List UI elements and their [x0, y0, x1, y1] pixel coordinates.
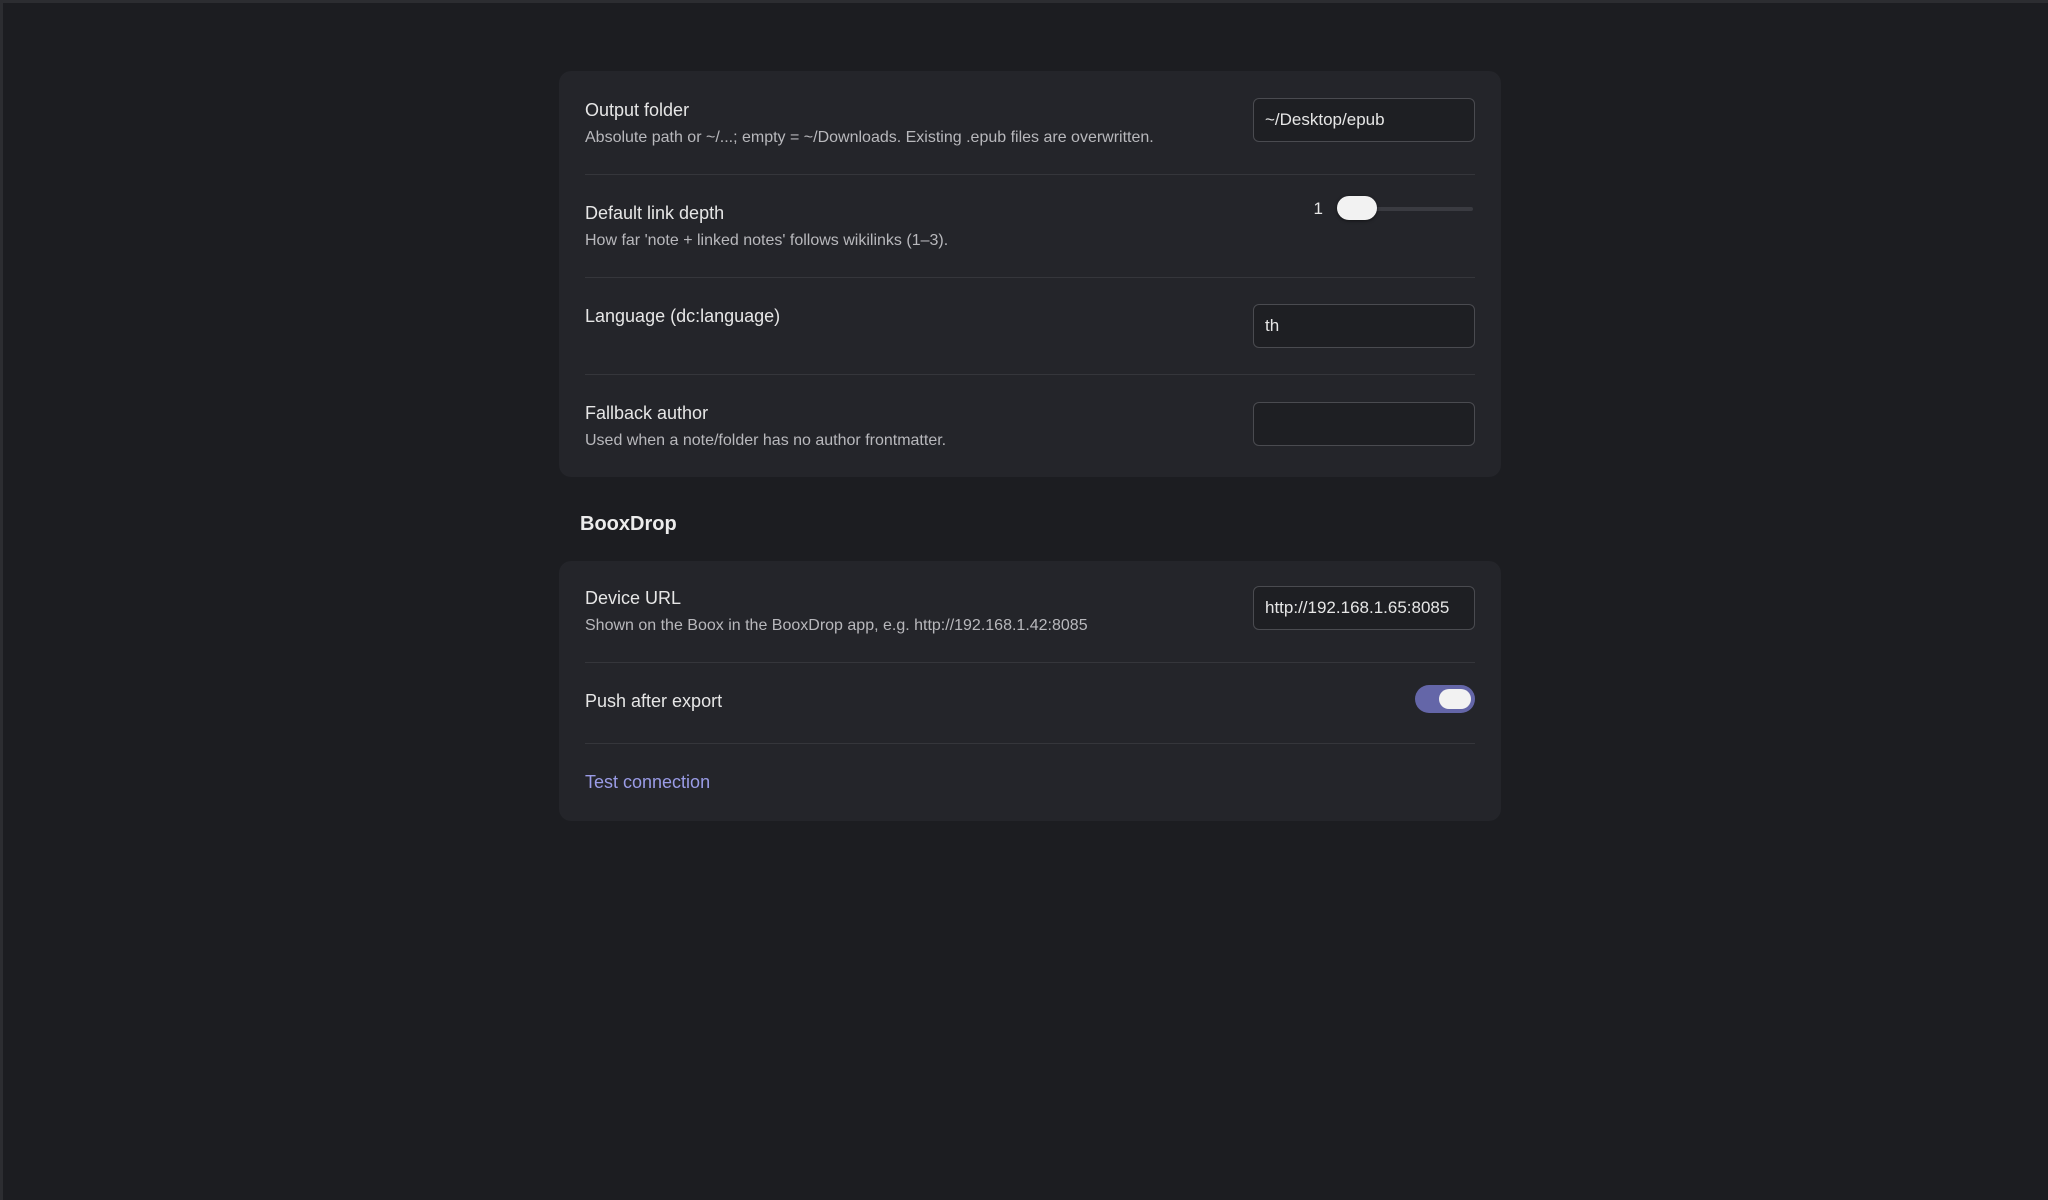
general-settings-card: Output folder Absolute path or ~/...; em… [559, 71, 1501, 477]
language-input[interactable] [1253, 304, 1475, 348]
setting-description: Used when a note/folder has no author fr… [585, 432, 947, 449]
setting-test-connection: Test connection [585, 744, 1475, 821]
setting-fallback-author: Fallback author Used when a note/folder … [585, 375, 1475, 477]
setting-title: Default link depth [585, 203, 725, 223]
output-folder-input[interactable] [1253, 98, 1475, 142]
setting-output-folder: Output folder Absolute path or ~/...; em… [585, 71, 1475, 175]
booxdrop-settings-card: Device URL Shown on the Boox in the Boox… [559, 561, 1501, 821]
fallback-author-input[interactable] [1253, 402, 1475, 446]
toggle-knob [1439, 689, 1471, 709]
setting-info: Language (dc:language) [585, 305, 780, 327]
slider-thumb[interactable] [1337, 196, 1377, 220]
setting-title: Fallback author [585, 403, 709, 423]
setting-info: Fallback author Used when a note/folder … [585, 402, 946, 451]
setting-description: How far 'note + linked notes' follows wi… [585, 232, 949, 249]
push-after-export-toggle[interactable] [1415, 685, 1475, 713]
link-depth-slider-group: 1 [1313, 196, 1473, 220]
setting-language: Language (dc:language) [585, 278, 1475, 375]
test-connection-link[interactable]: Test connection [585, 772, 710, 793]
setting-link-depth: Default link depth How far 'note + linke… [585, 175, 1475, 278]
link-depth-slider[interactable] [1337, 196, 1473, 220]
setting-info: Output folder Absolute path or ~/...; em… [585, 99, 1154, 148]
setting-info: Device URL Shown on the Boox in the Boox… [585, 587, 1088, 636]
setting-push-after-export: Push after export [585, 663, 1475, 744]
setting-title: Device URL [585, 588, 682, 608]
setting-title: Output folder [585, 100, 690, 120]
setting-title: Push after export [585, 691, 723, 711]
settings-panel: Output folder Absolute path or ~/...; em… [559, 71, 1501, 821]
setting-info: Default link depth How far 'note + linke… [585, 202, 948, 251]
device-url-input[interactable] [1253, 586, 1475, 630]
setting-info: Push after export [585, 690, 722, 712]
setting-title: Language (dc:language) [585, 306, 781, 326]
setting-device-url: Device URL Shown on the Boox in the Boox… [585, 561, 1475, 663]
section-heading-booxdrop: BooxDrop [580, 513, 677, 535]
setting-description: Shown on the Boox in the BooxDrop app, e… [585, 617, 1088, 634]
setting-description: Absolute path or ~/...; empty = ~/Downlo… [585, 129, 1154, 146]
app-window: Output folder Absolute path or ~/...; em… [0, 0, 2048, 1200]
slider-value-label: 1 [1313, 199, 1323, 218]
